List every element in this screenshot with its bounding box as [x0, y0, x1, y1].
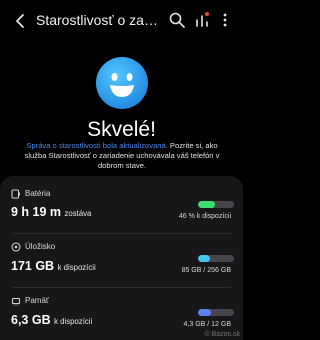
notification-dot [205, 12, 209, 16]
page-title: Starostlivosť o zariadenie [36, 12, 162, 28]
storage-bar [198, 255, 234, 262]
memory-bar-text: 4,3 GB / 12 GB [183, 321, 231, 328]
more-vert-icon[interactable] [219, 11, 231, 29]
storage-free-unit: k dispozícii [57, 263, 96, 272]
divider [12, 233, 231, 234]
top-bar: Starostlivosť o zariadenie [0, 0, 243, 42]
storage-label: Úložisko [25, 242, 56, 251]
search-icon[interactable] [168, 11, 186, 29]
status-message: Správa o starostlivosti bola aktualizova… [22, 141, 222, 171]
battery-bar-text: 46 % k dispozícii [178, 213, 231, 220]
battery-bar-fill [198, 201, 215, 208]
report-link[interactable]: Správa o starostlivosti bola aktualizova… [26, 141, 167, 150]
storage-icon [11, 242, 21, 252]
battery-icon [11, 189, 20, 199]
watermark: © Bazos.sk [204, 331, 240, 338]
back-arrow-icon[interactable] [12, 11, 30, 31]
storage-item[interactable]: Úložisko 171 GB k dispozícii 85 GB / 256… [0, 238, 243, 290]
battery-bar [198, 201, 234, 208]
battery-item[interactable]: Batéria 9 h 19 m zostáva 46 % k dispozíc… [0, 184, 243, 236]
memory-bar [198, 309, 234, 316]
memory-label: Pamäť [25, 296, 49, 305]
storage-bar-text: 85 GB / 256 GB [181, 267, 231, 274]
status-headline: Skvelé! [87, 118, 156, 141]
battery-label: Batéria [25, 189, 51, 198]
battery-remaining-value: 9 h 19 m [11, 205, 62, 219]
storage-free-value: 171 GB [11, 259, 55, 273]
battery-remaining: 9 h 19 m zostáva [11, 205, 91, 219]
storage-bar-fill [198, 255, 210, 262]
smiley-face-icon [96, 57, 148, 109]
memory-free-value: 6,3 GB [11, 313, 51, 327]
memory-free-unit: k dispozícii [54, 317, 93, 326]
memory-free: 6,3 GB k dispozícii [11, 313, 92, 327]
storage-free: 171 GB k dispozícii [11, 259, 96, 273]
battery-remaining-unit: zostáva [64, 209, 92, 218]
divider [12, 287, 231, 288]
memory-chip-icon [11, 297, 21, 306]
memory-bar-fill [198, 309, 211, 316]
device-care-card: Batéria 9 h 19 m zostáva 46 % k dispozíc… [0, 176, 243, 340]
